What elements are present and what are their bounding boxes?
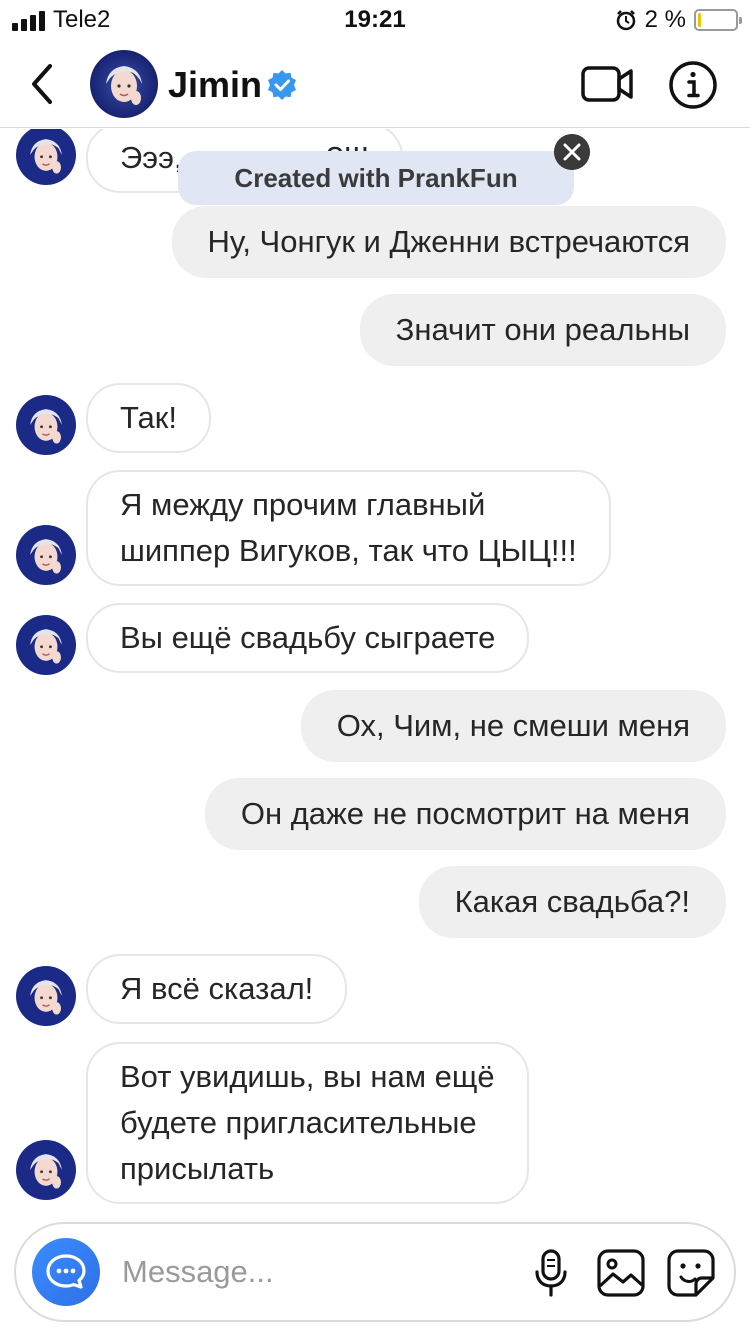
video-camera-icon[interactable] <box>580 64 634 104</box>
message-text: Так! <box>120 400 177 435</box>
status-right: 2 % <box>615 6 742 34</box>
outgoing-message[interactable]: Значит они реальны <box>359 294 726 366</box>
chat-header: Jimin <box>0 40 750 128</box>
alarm-clock-icon <box>616 10 635 31</box>
message-text: Какая свадьба?! <box>454 884 690 919</box>
message-text: Ох, Чим, не смеши меня <box>336 708 690 743</box>
message-text: Я всё сказал! <box>120 971 314 1006</box>
message-text: будете пригласительные <box>120 1105 477 1140</box>
image-icon[interactable] <box>596 1248 646 1298</box>
message-input[interactable] <box>122 1246 502 1298</box>
message-text: Вы ещё свадьбу сыграете <box>120 620 496 655</box>
sticker-icon[interactable] <box>666 1248 716 1298</box>
message-composer <box>14 1222 736 1322</box>
incoming-message[interactable]: Вот увидишь, вы нам ещё будете пригласите… <box>86 1042 529 1204</box>
status-bar: Tele2 19:21 2 % <box>0 0 750 40</box>
message-text: Вот увидишь, вы нам ещё <box>120 1059 495 1094</box>
message-avatar[interactable] <box>16 395 76 455</box>
watermark-banner: Created with PrankFun <box>178 151 574 205</box>
outgoing-message[interactable]: Какая свадьба?! <box>418 866 726 938</box>
incoming-message[interactable]: Так! <box>86 383 211 453</box>
incoming-message[interactable]: Я между прочим главный шиппер Вигуков, та… <box>86 470 611 586</box>
chat-bubble-icon <box>46 1254 86 1289</box>
message-text: Значит они реальны <box>395 312 690 347</box>
message-avatar[interactable] <box>16 525 76 585</box>
message-text: Он даже не посмотрит на меня <box>240 796 690 831</box>
outgoing-message[interactable]: Он даже не посмотрит на меня <box>204 778 726 850</box>
message-text: шиппер Вигуков, так что ЦЫЦ!!! <box>120 533 577 568</box>
message-text: Я между прочим главный <box>120 487 486 522</box>
verified-badge-icon <box>268 70 296 100</box>
incoming-message[interactable]: Я всё сказал! <box>86 954 348 1024</box>
message-avatar[interactable] <box>16 615 76 675</box>
message-text: присылать <box>120 1151 275 1186</box>
microphone-icon[interactable] <box>532 1248 570 1298</box>
close-icon[interactable] <box>554 134 590 170</box>
outgoing-message[interactable]: Ох, Чим, не смеши меня <box>300 690 726 762</box>
battery-percent: 2 % <box>644 6 686 33</box>
camera-button[interactable] <box>32 1238 100 1306</box>
chevron-left-icon[interactable] <box>22 60 66 108</box>
info-icon[interactable] <box>668 60 718 110</box>
message-avatar[interactable] <box>16 129 76 185</box>
message-avatar[interactable] <box>16 966 76 1026</box>
message-list[interactable]: Эээ, в смысле?!!!Ну, Чонгук и Дженни вст… <box>0 129 750 1214</box>
contact-name[interactable]: Jimin <box>168 64 262 106</box>
outgoing-message[interactable]: Ну, Чонгук и Дженни встречаются <box>171 206 726 278</box>
battery-icon <box>694 9 742 31</box>
avatar[interactable] <box>90 50 158 118</box>
battery-level <box>698 13 701 27</box>
message-avatar[interactable] <box>16 1140 76 1200</box>
incoming-message[interactable]: Вы ещё свадьбу сыграете <box>86 603 530 673</box>
message-text: Ну, Чонгук и Дженни встречаются <box>207 224 690 259</box>
